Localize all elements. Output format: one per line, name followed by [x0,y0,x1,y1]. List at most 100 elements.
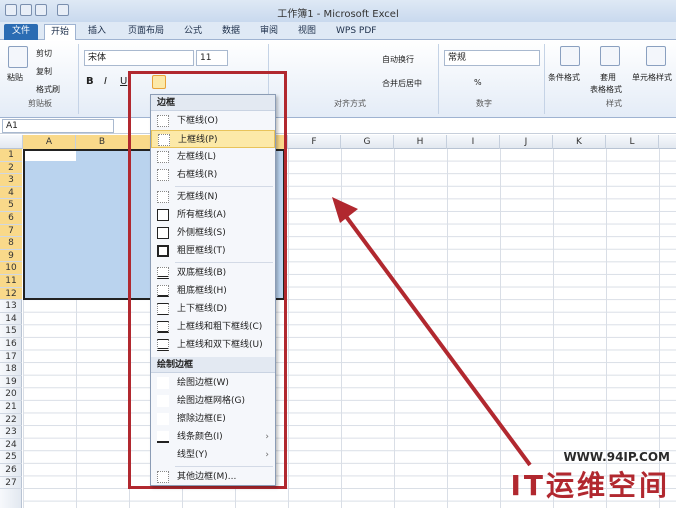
row-header[interactable]: 26 [0,464,22,477]
left-border-icon [157,151,169,163]
menu-item-label: 绘图边框网格(G) [177,396,245,406]
menu-item-top-double-bottom-border[interactable]: 上框线和双下框线(U) [151,336,275,354]
top-border-icon [158,134,170,146]
menu-item-draw-border-grid[interactable]: 绘图边框网格(G) [151,392,275,410]
menu-item-more-borders[interactable]: 其他边框(M)... [151,468,275,486]
row-header[interactable]: 11 [0,275,22,288]
column-header[interactable]: F [288,135,341,149]
merge-center-button[interactable]: 合并后居中 [382,78,422,89]
row-header[interactable]: 24 [0,439,22,452]
row-header[interactable]: 2 [0,161,22,175]
row-header[interactable]: 7 [0,224,22,238]
row-header[interactable]: 15 [0,325,22,338]
row-header[interactable]: 23 [0,426,22,439]
conditional-format-button[interactable]: 条件格式 [548,72,580,83]
row-header[interactable]: 21 [0,401,22,414]
row-header[interactable]: 20 [0,388,22,401]
conditional-format-icon[interactable] [560,46,580,66]
font-size-select[interactable]: 11 [196,50,228,66]
number-format-select[interactable]: 常规 [444,50,540,66]
pencil-grid-icon [157,395,169,407]
paste-button[interactable]: 粘贴 [7,72,23,83]
row-header[interactable]: 9 [0,249,22,263]
menu-item-top-border[interactable]: 上框线(P) [151,130,275,148]
menu-item-outside-borders[interactable]: 外侧框线(S) [151,224,275,242]
menu-item-draw-border[interactable]: 绘图边框(W) [151,374,275,392]
menu-item-top-thick-bottom-border[interactable]: 上框线和粗下框线(C) [151,318,275,336]
wrap-text-button[interactable]: 自动换行 [382,54,414,65]
row-header[interactable]: 25 [0,451,22,464]
tab-review[interactable]: 审阅 [254,24,284,40]
menu-item-bottom-border[interactable]: 下框线(O) [151,112,275,130]
cut-button[interactable]: 剪切 [36,48,52,59]
tab-view[interactable]: 视图 [292,24,322,40]
format-painter-button[interactable]: 格式刷 [36,84,60,95]
menu-item-right-border[interactable]: 右框线(R) [151,166,275,184]
menu-item-label: 其他边框(M)... [177,472,237,482]
menu-divider [175,186,273,187]
menu-item-label: 线型(Y) [177,450,208,460]
percent-button[interactable]: % [474,78,482,87]
row-header[interactable]: 4 [0,186,22,200]
column-header[interactable]: K [553,135,606,149]
row-header[interactable]: 12 [0,287,22,301]
menu-item-thick-box-border[interactable]: 粗匣框线(T) [151,242,275,260]
column-header[interactable]: H [394,135,447,149]
column-header[interactable]: B [76,135,129,149]
active-cell[interactable] [25,151,76,161]
row-header[interactable]: 1 [0,149,22,162]
bold-button[interactable]: B [86,76,94,87]
cell-style-button[interactable]: 单元格样式 [632,72,672,83]
select-all-corner[interactable] [0,135,23,149]
font-name-select[interactable]: 宋体 [84,50,194,66]
row-header[interactable]: 5 [0,199,22,212]
menu-item-no-border[interactable]: 无框线(N) [151,188,275,206]
menu-item-label: 所有框线(A) [177,210,227,220]
underline-button[interactable]: U [120,76,127,87]
column-header[interactable]: J [500,135,553,149]
tab-file[interactable]: 文件 [4,24,38,40]
tab-formulas[interactable]: 公式 [178,24,208,40]
row-header[interactable]: 22 [0,414,22,427]
row-header[interactable]: 16 [0,338,22,351]
line-color-icon [157,431,169,443]
row-header[interactable]: 3 [0,174,22,187]
menu-item-top-bottom-border[interactable]: 上下框线(D) [151,300,275,318]
column-header[interactable]: A [23,135,76,149]
tab-insert[interactable]: 插入 [82,24,112,40]
table-format-icon[interactable] [600,46,620,66]
more-borders-icon [157,471,169,483]
menu-item-left-border[interactable]: 左框线(L) [151,148,275,166]
table-format-button[interactable]: 套用 [600,72,616,83]
row-header[interactable]: 19 [0,376,22,389]
row-header[interactable]: 17 [0,351,22,364]
tab-data[interactable]: 数据 [216,24,246,40]
row-header[interactable]: 6 [0,212,22,225]
menu-item-erase-border[interactable]: 擦除边框(E) [151,410,275,428]
row-header[interactable]: 10 [0,262,22,275]
column-header[interactable]: G [341,135,394,149]
row-header[interactable]: 8 [0,237,22,250]
copy-button[interactable]: 复制 [36,66,52,77]
tab-home[interactable]: 开始 [44,24,77,40]
name-box[interactable]: A1 [2,119,114,133]
cell-style-icon[interactable] [646,46,666,66]
tab-page-layout[interactable]: 页面布局 [122,24,170,40]
column-header[interactable]: L [606,135,659,149]
menu-item-thick-bottom-border[interactable]: 粗底框线(H) [151,282,275,300]
menu-item-all-borders[interactable]: 所有框线(A) [151,206,275,224]
tab-wps-pdf[interactable]: WPS PDF [330,24,382,40]
row-header[interactable]: 14 [0,313,22,326]
row-header[interactable]: 13 [0,300,22,313]
row-header[interactable]: 27 [0,477,22,490]
paste-icon[interactable] [8,46,28,68]
italic-button[interactable]: I [104,76,107,87]
no-border-icon [157,191,169,203]
menu-item-line-style[interactable]: 线型(Y) › [151,446,275,464]
column-header[interactable]: I [447,135,500,149]
menu-item-line-color[interactable]: 线条颜色(I) › [151,428,275,446]
menu-item-double-bottom-border[interactable]: 双底框线(B) [151,264,275,282]
divider [544,44,545,114]
styles-group-label: 样式 [606,99,622,108]
row-header[interactable]: 18 [0,363,22,376]
